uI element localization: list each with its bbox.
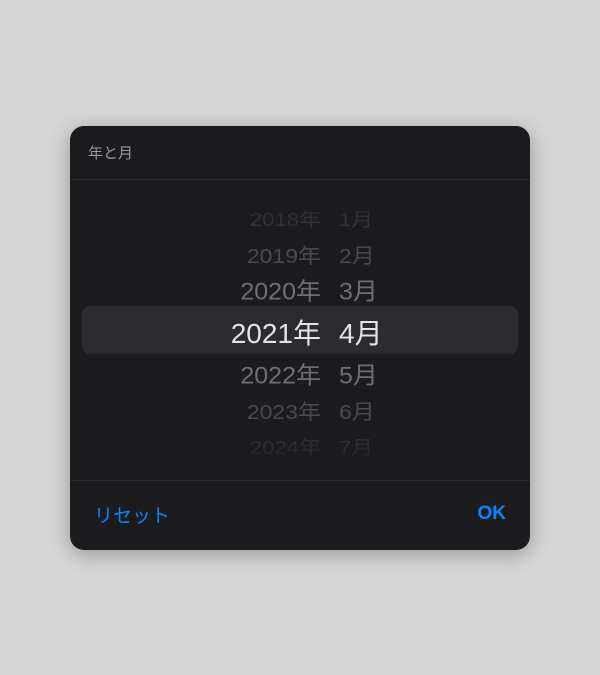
- year-wheel[interactable]: 2018年 2019年 2020年 2021年 2022年 2023年 2024…: [201, 180, 321, 480]
- dialog-footer: リセット OK: [70, 480, 530, 550]
- month-option[interactable]: 1月: [339, 204, 373, 235]
- year-option[interactable]: 2019年: [247, 239, 321, 271]
- month-option[interactable]: 6月: [339, 395, 375, 427]
- year-option[interactable]: 2023年: [247, 395, 321, 427]
- reset-button[interactable]: リセット: [92, 497, 172, 532]
- date-picker-dialog: 年と月 2018年 2019年 2020年 2021年 2022年 2023年 …: [70, 126, 530, 550]
- month-option[interactable]: 5月: [339, 358, 378, 392]
- ok-button[interactable]: OK: [476, 499, 509, 529]
- year-option-selected[interactable]: 2021年: [231, 310, 321, 358]
- month-option[interactable]: 3月: [339, 274, 378, 308]
- year-option[interactable]: 2020年: [240, 274, 321, 308]
- month-option[interactable]: 7月: [339, 432, 373, 463]
- picker-container: 2018年 2019年 2020年 2021年 2022年 2023年 2024…: [70, 180, 530, 480]
- month-option-selected[interactable]: 4月: [339, 310, 383, 358]
- month-wheel[interactable]: 1月 2月 3月 4月 5月 6月 7月: [339, 180, 399, 480]
- dialog-header: 年と月: [70, 126, 530, 180]
- month-option[interactable]: 2月: [339, 239, 375, 271]
- picker-wheels: 2018年 2019年 2020年 2021年 2022年 2023年 2024…: [70, 180, 530, 480]
- year-option[interactable]: 2018年: [250, 204, 321, 235]
- dialog-title: 年と月: [88, 142, 512, 163]
- year-option[interactable]: 2022年: [240, 358, 321, 392]
- year-option[interactable]: 2024年: [250, 432, 321, 463]
